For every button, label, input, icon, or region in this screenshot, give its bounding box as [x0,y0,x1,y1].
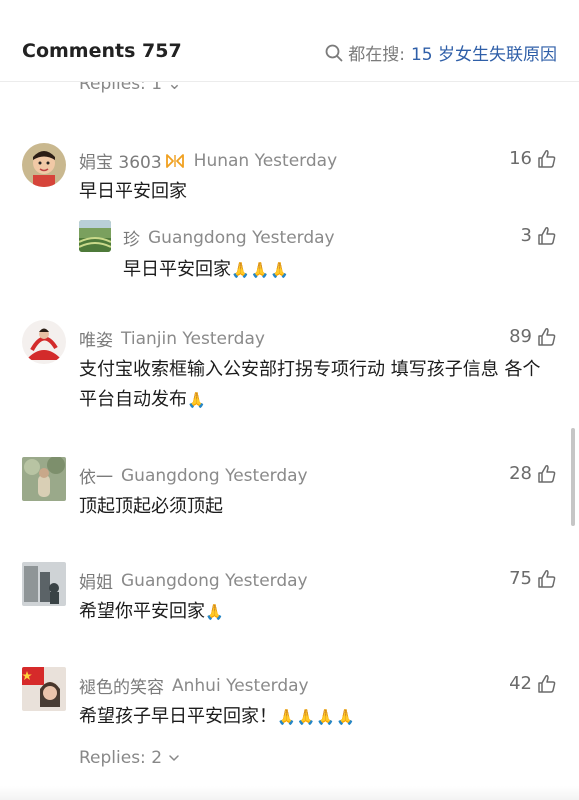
comment-text: 早日平安回家 [79,181,187,202]
replies-toggle[interactable]: Replies: 2 [79,748,181,768]
comment-text: 顶起顶起必须顶起 [79,496,223,517]
like-button[interactable]: 28 [509,463,557,484]
avatar[interactable] [22,143,66,187]
thumbs-up-icon [538,327,556,346]
location-time: Guangdong Yesterday [121,570,308,591]
pray-icon: 🙏 [296,708,316,726]
reply-meta: 珍 Guangdong Yesterday [123,225,335,251]
pray-icon: 🙏 [270,261,290,279]
avatar[interactable] [22,667,66,711]
avatar[interactable] [22,562,66,606]
location-time: Tianjin Yesterday [121,328,265,349]
replies-label: Replies: 2 [79,748,163,768]
comment-text: 希望孩子早日平安回家！🙏🙏🙏🙏 [79,702,549,732]
like-button[interactable]: 42 [509,673,557,694]
username[interactable]: 娟姐 [79,568,113,593]
pray-icon: 🙏 [231,261,250,279]
like-count: 3 [520,225,532,246]
like-button[interactable]: 16 [509,148,557,169]
username[interactable]: 娟宝 3603 [79,148,162,173]
chevron-down-icon [169,755,179,761]
pray-icon: 🙏 [250,261,270,279]
thumbs-up-icon [538,674,556,693]
thumbs-up-icon [538,569,556,588]
reply-text-content: 早日平安回家 [123,259,231,280]
like-count: 28 [509,463,532,484]
search-term-link[interactable]: 15 岁女生失联原因 [411,40,557,65]
pray-icon: 🙏 [316,708,336,726]
pray-icon: 🙏 [205,603,224,621]
like-button[interactable]: 3 [521,225,557,246]
comment-meta: 娟姐 Guangdong Yesterday [79,568,308,594]
thumbs-up-icon [538,226,556,245]
thumbs-up-icon [538,464,556,483]
like-count: 42 [509,673,532,694]
comment-meta: 娟宝 3603 Hunan Yesterday [79,148,338,174]
scrollbar[interactable] [571,428,575,526]
pray-icon: 🙏 [187,391,206,409]
reply-text: 早日平安回家🙏🙏🙏 [123,255,523,285]
thumbs-up-icon [538,149,556,168]
comments-header: Comments 757 都在搜: 15 岁女生失联原因 [0,0,579,82]
comment-meta: 褪色的笑容 Anhui Yesterday [79,673,309,699]
avatar[interactable] [22,320,66,364]
location-time: Hunan Yesterday [193,150,338,171]
comment-text-content: 希望你平安回家 [79,601,205,622]
username[interactable]: 依一 [79,463,113,488]
location-time: Anhui Yesterday [172,675,309,696]
like-count: 75 [509,568,532,589]
like-count: 16 [509,148,532,169]
username[interactable]: 唯姿 [79,326,113,351]
trending-search[interactable]: 都在搜: 15 岁女生失联原因 [325,40,557,65]
search-icon [325,44,343,61]
vip-badge-icon [164,152,186,170]
pray-icon: 🙏 [277,708,296,726]
avatar[interactable] [22,457,66,501]
pray-icon: 🙏 [336,708,355,726]
like-count: 89 [509,326,532,347]
comment-meta: 依一 Guangdong Yesterday [79,463,308,489]
location-time: Guangdong Yesterday [121,465,308,486]
like-button[interactable]: 75 [509,568,557,589]
avatar[interactable] [79,220,111,252]
comment-text-content: 支付宝收索框输入公安部打拐专项行动 填写孩子信息 各个平台自动发布 [79,359,541,410]
username[interactable]: 珍 [123,225,140,250]
comments-title: Comments 757 [22,40,182,62]
comment-meta: 唯姿 Tianjin Yesterday [79,326,265,352]
comment-text: 支付宝收索框输入公安部打拐专项行动 填写孩子信息 各个平台自动发布🙏 [79,355,549,415]
comment-text-content: 希望孩子早日平安回家！ [79,706,277,727]
like-button[interactable]: 89 [509,326,557,347]
location-time: Guangdong Yesterday [148,227,335,248]
comment-text: 希望你平安回家🙏 [79,597,549,627]
bottom-edge [0,786,579,800]
username[interactable]: 褪色的笑容 [79,673,164,698]
search-label: 都在搜: [348,45,405,65]
